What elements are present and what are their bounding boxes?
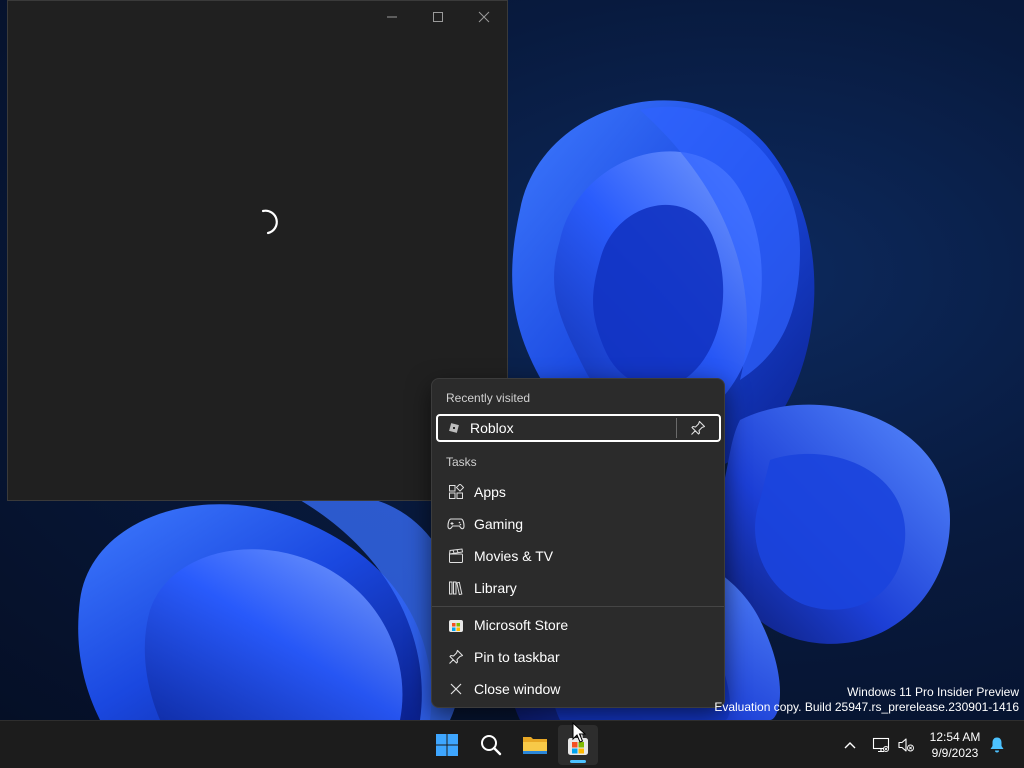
chevron-up-icon (844, 742, 856, 749)
clapperboard-icon (436, 544, 474, 568)
clock-date: 9/9/2023 (931, 746, 979, 760)
library-icon (436, 576, 474, 600)
watermark-build: Evaluation copy. Build 25947.rs_prerelea… (714, 700, 1019, 714)
taskbar-jump-list: Recently visited Roblox Tasks Apps Gamin… (431, 378, 725, 708)
search-button[interactable] (471, 725, 511, 765)
network-icon (872, 737, 890, 753)
pin-icon (691, 420, 706, 435)
action-close-window-label: Close window (474, 681, 561, 697)
network-button[interactable] (870, 734, 892, 756)
task-movies-tv-label: Movies & TV (474, 548, 554, 564)
bell-icon (990, 737, 1004, 753)
recent-item-roblox[interactable]: Roblox (436, 414, 721, 442)
pin-item-button[interactable] (677, 416, 719, 440)
loading-spinner-icon (261, 209, 278, 235)
file-explorer-icon (523, 737, 547, 754)
action-pin-to-taskbar[interactable]: Pin to taskbar (436, 642, 721, 672)
action-close-window[interactable]: Close window (436, 674, 721, 704)
close-icon (436, 677, 474, 701)
recently-visited-header: Recently visited (446, 391, 531, 405)
microsoft-store-icon (436, 613, 474, 637)
task-gaming-label: Gaming (474, 516, 524, 532)
task-gaming[interactable]: Gaming (436, 509, 721, 539)
file-explorer-button[interactable] (515, 725, 555, 765)
start-icon (436, 734, 458, 756)
minimize-button[interactable] (369, 1, 415, 33)
pin-icon (436, 645, 474, 669)
evaluation-watermark: Windows 11 Pro Insider Preview Evaluatio… (714, 685, 1019, 715)
start-button[interactable] (427, 725, 467, 765)
close-icon (478, 11, 490, 23)
close-button[interactable] (461, 1, 507, 33)
maximize-button[interactable] (415, 1, 461, 33)
show-hidden-icons-button[interactable] (839, 734, 861, 756)
running-app-indicator (570, 760, 586, 763)
action-pin-to-taskbar-label: Pin to taskbar (474, 649, 560, 665)
roblox-icon (438, 416, 470, 440)
minimize-icon (387, 16, 397, 18)
task-movies-tv[interactable]: Movies & TV (436, 541, 721, 571)
volume-button[interactable] (895, 734, 917, 756)
window-caption-buttons (369, 1, 507, 33)
maximize-icon (433, 12, 443, 22)
task-library-label: Library (474, 580, 517, 596)
jump-list-divider (432, 606, 724, 607)
mouse-cursor-icon (572, 722, 586, 743)
volume-muted-icon (898, 738, 914, 752)
notifications-button[interactable] (986, 734, 1008, 756)
task-library[interactable]: Library (436, 573, 721, 603)
gamepad-icon (436, 512, 474, 536)
tasks-header: Tasks (446, 455, 477, 469)
task-apps[interactable]: Apps (436, 477, 721, 507)
taskbar-clock[interactable]: 12:54 AM 9/9/2023 (918, 729, 992, 761)
search-icon (481, 735, 502, 756)
action-microsoft-store-label: Microsoft Store (474, 617, 569, 633)
task-apps-label: Apps (474, 484, 506, 500)
taskbar: 12:54 AM 9/9/2023 (0, 720, 1024, 768)
action-open-microsoft-store[interactable]: Microsoft Store (436, 610, 721, 640)
apps-icon (436, 480, 474, 504)
watermark-edition: Windows 11 Pro Insider Preview (847, 685, 1019, 699)
recent-item-label: Roblox (470, 420, 514, 436)
clock-time: 12:54 AM (929, 730, 981, 744)
